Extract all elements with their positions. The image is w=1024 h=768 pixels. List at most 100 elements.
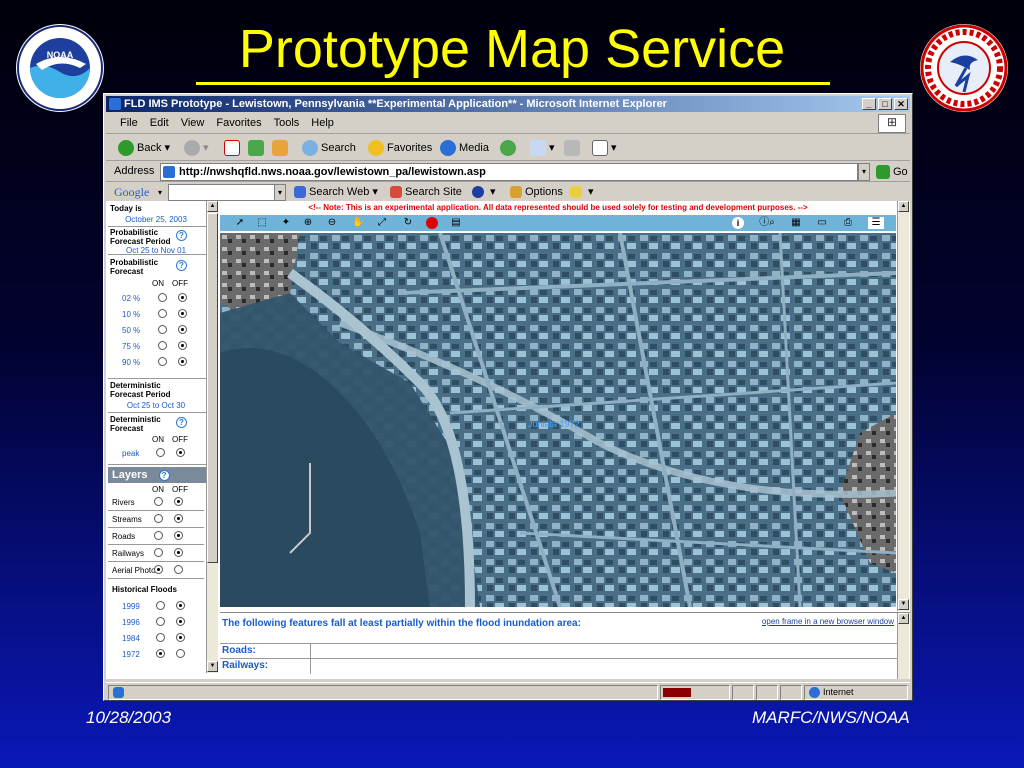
flood-year-row-on-radio[interactable] xyxy=(156,617,165,626)
prob-level-row-off-radio[interactable] xyxy=(178,341,187,350)
layer-row-on-radio[interactable] xyxy=(154,497,163,506)
zoom-out-icon[interactable]: ⊖ xyxy=(326,217,338,229)
minimize-button[interactable]: _ xyxy=(862,98,876,110)
history-button[interactable] xyxy=(500,138,519,158)
flood-year-row-off-radio[interactable] xyxy=(176,601,185,610)
info-icon[interactable]: i xyxy=(732,217,744,229)
search-button[interactable]: Search xyxy=(302,138,356,158)
layer-row-off-radio[interactable] xyxy=(174,514,183,523)
help-icon[interactable]: ? xyxy=(176,260,187,271)
overview-icon[interactable]: ▭ xyxy=(816,217,828,229)
clear-select-icon[interactable]: ✦ xyxy=(280,217,292,229)
flood-year-row-off-radio[interactable] xyxy=(176,649,185,658)
scroll-up-arrow[interactable]: ▲ xyxy=(207,201,218,212)
menu-file[interactable]: File xyxy=(114,114,144,132)
favorites-label: Favorites xyxy=(387,142,433,154)
prob-level-row-on-radio[interactable] xyxy=(158,341,167,350)
prob-level-row-off-radio[interactable] xyxy=(178,357,187,366)
layer-row-off-radio[interactable] xyxy=(174,565,183,574)
forward-arrow-icon xyxy=(184,140,200,157)
search-web-button[interactable]: Search Web ▾ xyxy=(294,184,378,201)
options-button[interactable]: Options xyxy=(510,184,563,201)
full-extent-icon[interactable]: ⤢ xyxy=(376,217,388,229)
record-icon[interactable] xyxy=(426,217,438,229)
select-tool-icon[interactable]: ⬚ xyxy=(256,217,268,229)
help-icon[interactable]: ? xyxy=(158,469,170,481)
google-search-input[interactable] xyxy=(168,184,276,201)
menu-edit[interactable]: Edit xyxy=(144,114,175,132)
pan-hand-icon[interactable]: ✋ xyxy=(352,217,364,229)
control-panel-scrollbar[interactable]: ▲ ▼ xyxy=(206,201,218,673)
prob-level-row-on-radio[interactable] xyxy=(158,357,167,366)
flood-label: Juniata 1972 xyxy=(528,419,580,429)
address-input[interactable]: http://nwshqfld.nws.noaa.gov/lewistown_p… xyxy=(160,163,858,181)
flood-year-row-on-radio[interactable] xyxy=(156,601,165,610)
layer-row-on-radio[interactable] xyxy=(154,531,163,540)
highlight-button[interactable]: ▾ xyxy=(570,184,594,201)
layer-row-on-radio[interactable] xyxy=(154,514,163,523)
legend-icon[interactable]: ▦ xyxy=(790,217,802,229)
prob-level-row-off-radio[interactable] xyxy=(178,293,187,302)
prob-level-row-off-radio[interactable] xyxy=(178,309,187,318)
print-button[interactable] xyxy=(564,138,583,158)
flood-year-row-off-radio[interactable] xyxy=(176,633,185,642)
back-button[interactable]: Back ▾ xyxy=(118,138,170,158)
refresh-map-icon[interactable]: ↻ xyxy=(402,217,414,229)
stop-button[interactable] xyxy=(224,138,243,158)
map-image[interactable]: Juniata 1972 xyxy=(220,233,896,607)
open-frame-link[interactable]: open frame in a new browser window xyxy=(762,617,894,626)
mail-button[interactable]: ▾ xyxy=(530,138,555,158)
menu-favorites[interactable]: Favorites xyxy=(210,114,267,132)
media-button[interactable]: Media xyxy=(440,138,489,158)
peak-on-radio[interactable] xyxy=(156,448,165,457)
flood-year-row-off-radio[interactable] xyxy=(176,617,185,626)
go-button[interactable]: Go xyxy=(876,163,908,181)
address-dropdown[interactable]: ▾ xyxy=(858,163,870,181)
prob-period-value: Oct 25 to Nov 01 xyxy=(125,246,187,255)
pageinfo-button[interactable]: ▾ xyxy=(472,184,496,201)
flood-year-row-label: 1984 xyxy=(122,634,140,643)
refresh-button[interactable] xyxy=(248,138,267,158)
flood-year-row-on-radio[interactable] xyxy=(156,633,165,642)
edit-button[interactable]: ▾ xyxy=(592,138,617,158)
help-icon[interactable]: ? xyxy=(176,417,187,428)
forward-button[interactable]: ▾ xyxy=(184,138,209,158)
google-input-dropdown[interactable]: ▾ xyxy=(274,184,286,201)
scroll-up-arrow[interactable]: ▲ xyxy=(898,201,909,212)
layer-row-on-radio[interactable] xyxy=(154,565,163,574)
maximize-button[interactable]: □ xyxy=(878,98,892,110)
prob-level-row-on-radio[interactable] xyxy=(158,309,167,318)
hyperlink-icon[interactable]: ⓘ⌕ xyxy=(758,217,776,229)
features-scrollbar[interactable]: ▲ xyxy=(897,613,909,679)
peak-off-radio[interactable] xyxy=(176,448,185,457)
layer-row-off-radio[interactable] xyxy=(174,497,183,506)
scroll-thumb[interactable] xyxy=(207,213,218,563)
prob-level-row-on-radio[interactable] xyxy=(158,293,167,302)
google-logo[interactable]: Google xyxy=(114,185,149,200)
printer-icon xyxy=(564,140,580,157)
search-site-button[interactable]: Search Site xyxy=(390,184,462,201)
print-map-icon[interactable]: ▤ xyxy=(450,217,462,229)
favorites-button[interactable]: Favorites xyxy=(368,138,432,158)
layer-row-on-radio[interactable] xyxy=(154,548,163,557)
layer-row-off-radio[interactable] xyxy=(174,548,183,557)
pointer-tool-icon[interactable]: ➚ xyxy=(234,217,246,229)
menu-view[interactable]: View xyxy=(175,114,211,132)
print-layout-icon[interactable]: ⎙ xyxy=(842,217,854,229)
zoom-in-icon[interactable]: ⊕ xyxy=(302,217,314,229)
scroll-up-arrow[interactable]: ▲ xyxy=(898,613,909,624)
home-button[interactable] xyxy=(272,138,291,158)
menu-help[interactable]: Help xyxy=(305,114,340,132)
map-scrollbar[interactable]: ▲ ▼ xyxy=(897,201,909,611)
scroll-down-arrow[interactable]: ▼ xyxy=(207,661,218,672)
scroll-down-arrow[interactable]: ▼ xyxy=(898,599,909,610)
layer-row-off-radio[interactable] xyxy=(174,531,183,540)
prob-level-row-off-radio[interactable] xyxy=(178,325,187,334)
google-menu-arrow[interactable]: ▾ xyxy=(158,188,162,197)
close-button[interactable]: ✕ xyxy=(894,98,908,110)
flood-year-row-on-radio[interactable] xyxy=(156,649,165,658)
menu-tools[interactable]: Tools xyxy=(268,114,306,132)
prob-level-row-on-radio[interactable] xyxy=(158,325,167,334)
help-icon[interactable]: ? xyxy=(176,230,187,241)
layer-list-icon[interactable]: ☰ xyxy=(868,217,884,229)
